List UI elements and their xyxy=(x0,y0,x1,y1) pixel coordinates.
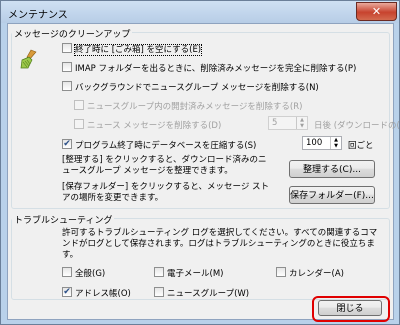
compact-stepper[interactable]: 100 ▲ ▼ xyxy=(302,136,342,150)
days-suffix: 日後 (ダウンロードの(X) xyxy=(314,121,400,131)
store-folder-button[interactable]: 保存フォルダー(F)... xyxy=(289,186,375,204)
cleanup-button[interactable]: 整理する(C)... xyxy=(289,160,375,178)
compact-stepper-arrows[interactable]: ▲ ▼ xyxy=(330,137,341,149)
close-button[interactable]: 閉じる xyxy=(318,300,382,316)
imap-purge-label: IMAP フォルダーを出るときに、削除済みメッセージを完全に削除する(P) xyxy=(75,64,357,74)
log-mail-checkbox[interactable] xyxy=(154,267,164,277)
log-calendar-option[interactable]: カレンダー(A) xyxy=(276,267,344,279)
log-general-label: 全般(G) xyxy=(75,269,106,279)
days-value: 5 xyxy=(272,118,278,128)
delete-news-option: ニュース メッセージを削除する(D) xyxy=(74,119,221,131)
log-calendar-label: カレンダー(A) xyxy=(289,269,344,279)
empty-deleted-option[interactable]: 終了時に [ごみ箱] を空にする(E) xyxy=(62,43,203,56)
store-text: [保存フォルダー] をクリックすると、メッセージ ストアの場所を変更できます。 xyxy=(62,182,270,203)
log-news-option[interactable]: ニュースグループ(W) xyxy=(154,287,249,299)
troubleshooting-text: 許可するトラブルシューティング ログを選択してください。すべての関連するコマンド… xyxy=(62,228,378,260)
bg-purge-checkbox[interactable] xyxy=(62,81,72,91)
log-contacts-label: アドレス帳(O) xyxy=(75,289,131,299)
log-general-option[interactable]: 全般(G) xyxy=(62,267,105,279)
log-calendar-checkbox[interactable] xyxy=(276,267,286,277)
troubleshooting-legend: トラブルシューティング xyxy=(12,213,115,226)
delete-news-checkbox xyxy=(74,119,84,129)
compact-value: 100 xyxy=(306,138,323,148)
compact-label: プログラム終了時にデータベースを圧縮する(S) xyxy=(75,141,257,151)
imap-purge-option[interactable]: IMAP フォルダーを出るときに、削除済みメッセージを完全に削除する(P) xyxy=(62,62,356,74)
compact-checkbox[interactable]: ✔ xyxy=(62,139,72,149)
window-title: メンテナンス xyxy=(8,10,68,21)
log-general-checkbox[interactable] xyxy=(62,267,72,277)
compact-suffix: 回ごと xyxy=(348,141,374,151)
cleanup-text: [整理する] をクリックすると、ダウンロード済みのニュースグループ メッセージを… xyxy=(62,155,267,176)
delete-read-checkbox xyxy=(74,100,84,110)
compact-option[interactable]: ✔ プログラム終了時にデータベースを圧縮する(S) xyxy=(62,139,256,151)
maintenance-dialog: メンテナンス ✕ メッセージのクリーンアップ 終了時に [ごみ箱] を空にする(… xyxy=(0,0,400,325)
cleanup-legend: メッセージのクリーンアップ xyxy=(12,27,133,40)
days-stepper-arrows: ▲ ▼ xyxy=(296,117,307,129)
imap-purge-checkbox[interactable] xyxy=(62,62,72,72)
log-mail-option[interactable]: 電子メール(M) xyxy=(154,267,223,279)
delete-news-label: ニュース メッセージを削除する(D) xyxy=(87,121,222,131)
log-contacts-checkbox[interactable]: ✔ xyxy=(62,287,72,297)
log-mail-label: 電子メール(M) xyxy=(167,269,224,279)
log-contacts-option[interactable]: ✔ アドレス帳(O) xyxy=(62,287,131,299)
bg-purge-option[interactable]: バックグラウンドでニュースグループ メッセージを削除する(N) xyxy=(62,81,319,93)
empty-deleted-label: 終了時に [ごみ箱] を空にする(E) xyxy=(73,44,203,56)
delete-read-option: ニュースグループ内の開封済みメッセージを削除する(R) xyxy=(74,100,302,112)
title-bar[interactable]: メンテナンス ✕ xyxy=(1,1,399,23)
log-news-label: ニュースグループ(W) xyxy=(167,289,250,299)
bg-purge-label: バックグラウンドでニュースグループ メッセージを削除する(N) xyxy=(75,83,319,93)
delete-read-label: ニュースグループ内の開封済みメッセージを削除する(R) xyxy=(87,102,303,112)
empty-deleted-checkbox[interactable] xyxy=(62,43,72,53)
days-stepper: 5 ▲ ▼ xyxy=(268,116,308,130)
log-news-checkbox[interactable] xyxy=(154,287,164,297)
broom-icon xyxy=(18,48,40,73)
window-close-button[interactable]: ✕ xyxy=(356,2,397,21)
dialog-body: メッセージのクリーンアップ 終了時に [ごみ箱] を空にする(E) IMAP フ… xyxy=(7,23,400,322)
